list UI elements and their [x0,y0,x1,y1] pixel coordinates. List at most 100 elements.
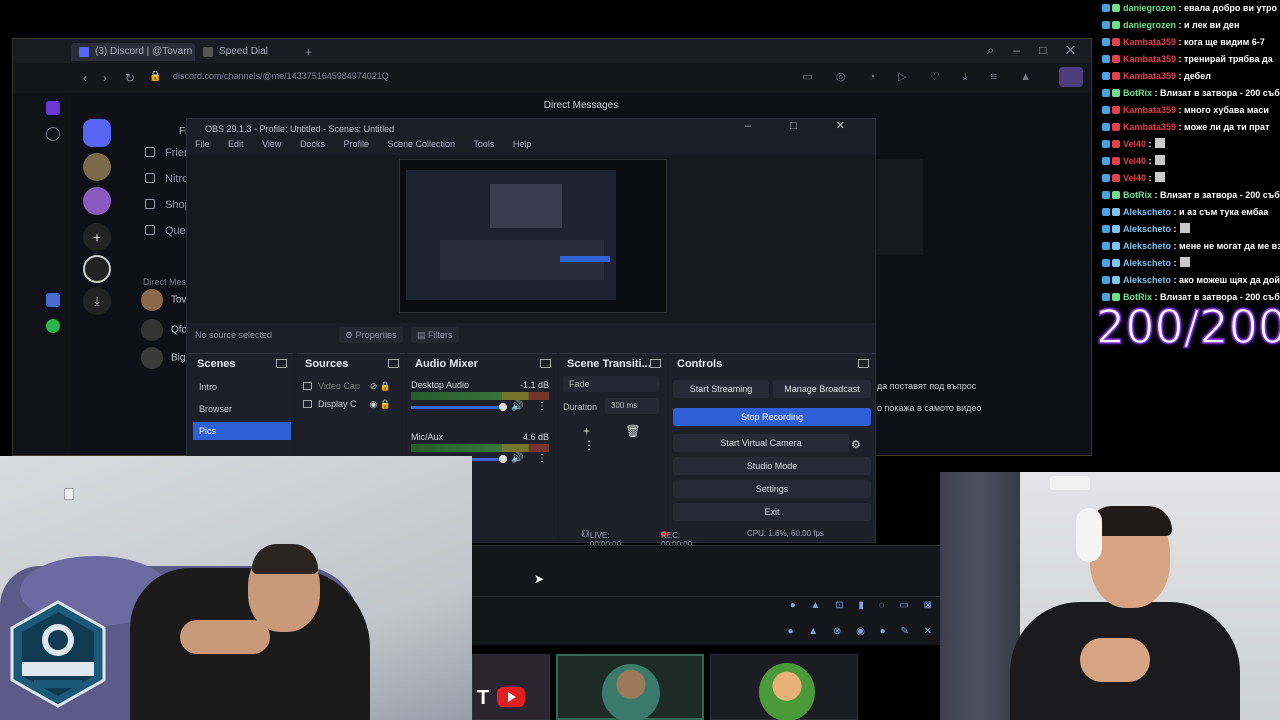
new-tab-icon[interactable]: + [305,45,312,59]
address-tools-icons[interactable]: ▭ ◎ ◔ ▷ ♡ ⤓ ≡ ▲ [802,70,1041,84]
start-streaming-button[interactable]: Start Streaming [673,380,769,398]
stop-recording-button[interactable]: Stop Recording [673,408,871,426]
chat-username[interactable]: Kambata359 [1123,54,1176,64]
studio-mode-button[interactable]: Studio Mode [673,457,871,475]
undock-icon[interactable] [858,359,869,368]
chat-username[interactable]: Vel40 [1123,139,1146,149]
menu-help[interactable]: Help [513,139,532,149]
forward-icon[interactable]: › [103,71,107,85]
menu-profile[interactable]: Profile [343,139,369,149]
filters-button[interactable]: ▤ Filters [411,327,459,343]
camera-icon [303,382,312,390]
whatsapp-icon[interactable] [46,319,60,333]
start-virtual-camera-button[interactable]: Start Virtual Camera [673,434,849,452]
chat-text: : и аз съм тука ембаа [1171,207,1269,217]
emote-icon [1154,155,1165,165]
dm-user[interactable]: Qfor [141,319,190,341]
curtain [940,472,1020,720]
transition-buttons[interactable]: + 🗑 ⋮ [583,424,667,452]
menu-tools[interactable]: Tools [473,139,494,149]
menu-scene-collection[interactable]: Scene Collection [388,139,456,149]
chat-username[interactable]: BotRix [1123,190,1152,200]
badge-icon [1102,55,1110,63]
discover-icon[interactable] [83,255,111,283]
speaker-icon[interactable]: 🔊 [511,453,523,464]
reload-icon[interactable]: ↻ [125,71,135,85]
scene-item[interactable]: Intro [193,378,291,396]
chat-username[interactable]: daniegrozen [1123,3,1176,13]
gear-icon[interactable]: ⚙ [851,438,861,451]
obs-window-controls[interactable]: – □ ✕ [745,119,863,132]
scene-item-active[interactable]: Pics [193,422,291,440]
nav-shop[interactable]: Shop [145,199,191,211]
chat-username[interactable]: daniegrozen [1123,20,1176,30]
chat-message: Kambata359 : тренирай трябва да [1102,51,1273,68]
tray-icons[interactable]: ● ▲ ⊗ ◉ ● ✎ ✕ [787,626,938,637]
speaker-icon[interactable]: 🔊 [511,401,523,412]
transition-select[interactable]: Fade [563,376,659,392]
avatar [141,319,163,341]
tab-discord[interactable]: (3) Discord | @Tovarn [71,43,195,61]
visibility-icon[interactable]: ⊘ 🔒 [370,378,391,394]
extension-icon[interactable] [1059,67,1083,87]
manage-broadcast-button[interactable]: Manage Broadcast [773,380,871,398]
menu-docks[interactable]: Docks [300,139,325,149]
app-icon[interactable] [46,293,60,307]
exit-button[interactable]: Exit [673,503,871,521]
chat-username[interactable]: Alekscheto [1123,258,1171,268]
badge-icon [1102,123,1110,131]
more-icon[interactable]: ⋮ [537,453,547,464]
url-field[interactable]: discord.com/channels/@me/143375164598497… [173,71,389,81]
chat-username[interactable]: Kambata359 [1123,71,1176,81]
badge-icon [1102,21,1110,29]
download-icon[interactable]: ⤓ [83,287,111,315]
back-icon[interactable]: ‹ [83,71,87,85]
server-icon[interactable] [83,187,111,215]
server-icon[interactable] [83,153,111,181]
nav-nitro[interactable]: Nitro [145,173,188,185]
chat-username[interactable]: Alekscheto [1123,241,1171,251]
transitions-dock: Scene Transiti... Fade Duration 300 ms +… [559,353,667,541]
chat-username[interactable]: Alekscheto [1123,224,1171,234]
badge-icon [1102,276,1110,284]
chat-username[interactable]: Vel40 [1123,156,1146,166]
settings-button[interactable]: Settings [673,480,871,498]
star-icon[interactable] [46,127,60,141]
properties-button[interactable]: ⚙ Properties [339,327,403,343]
obs-preview[interactable] [187,155,875,323]
scene-item[interactable]: Browser [193,400,291,418]
chat-username[interactable]: Vel40 [1123,173,1146,183]
undock-icon[interactable] [276,359,287,368]
visibility-icon[interactable]: ◉ 🔒 [369,396,391,412]
volume-knob[interactable] [499,403,507,411]
person-hands [1080,638,1150,682]
undock-icon[interactable] [540,359,551,368]
volume-knob[interactable] [499,455,507,463]
more-icon[interactable]: ⋮ [537,401,547,412]
badge-icon [1112,89,1120,97]
chat-username[interactable]: Kambata359 [1123,105,1176,115]
menu-file[interactable]: File [195,139,210,149]
chat-message: Alekscheto : [1102,255,1190,272]
undock-icon[interactable] [388,359,399,368]
tab-speed-dial[interactable]: Speed Dial [195,43,305,61]
avatar [141,289,163,311]
volume-slider[interactable] [411,406,503,409]
add-server-icon[interactable]: + [83,223,111,251]
chat-username[interactable]: Kambata359 [1123,122,1176,132]
source-item[interactable]: Video Cap ⊘ 🔒 [303,378,401,394]
discord-home-icon[interactable] [83,119,111,147]
tray-icons[interactable]: ● ▲ ⊡ ▮ ◌ ▭ ⊠ [790,600,938,611]
chat-username[interactable]: Alekscheto [1123,207,1171,217]
chat-username[interactable]: Alekscheto [1123,275,1171,285]
chat-text: : кога ще видим 6-7 [1176,37,1265,47]
duration-input[interactable]: 300 ms [605,398,659,414]
chat-username[interactable]: BotRix [1123,88,1152,98]
menu-view[interactable]: View [262,139,281,149]
menu-edit[interactable]: Edit [228,139,244,149]
source-item[interactable]: Display C ◉ 🔒 [303,396,401,412]
window-controls[interactable]: ⌕ – □ ✕ [987,43,1083,58]
home-icon[interactable] [46,101,60,115]
undock-icon[interactable] [650,359,661,368]
chat-username[interactable]: Kambata359 [1123,37,1176,47]
